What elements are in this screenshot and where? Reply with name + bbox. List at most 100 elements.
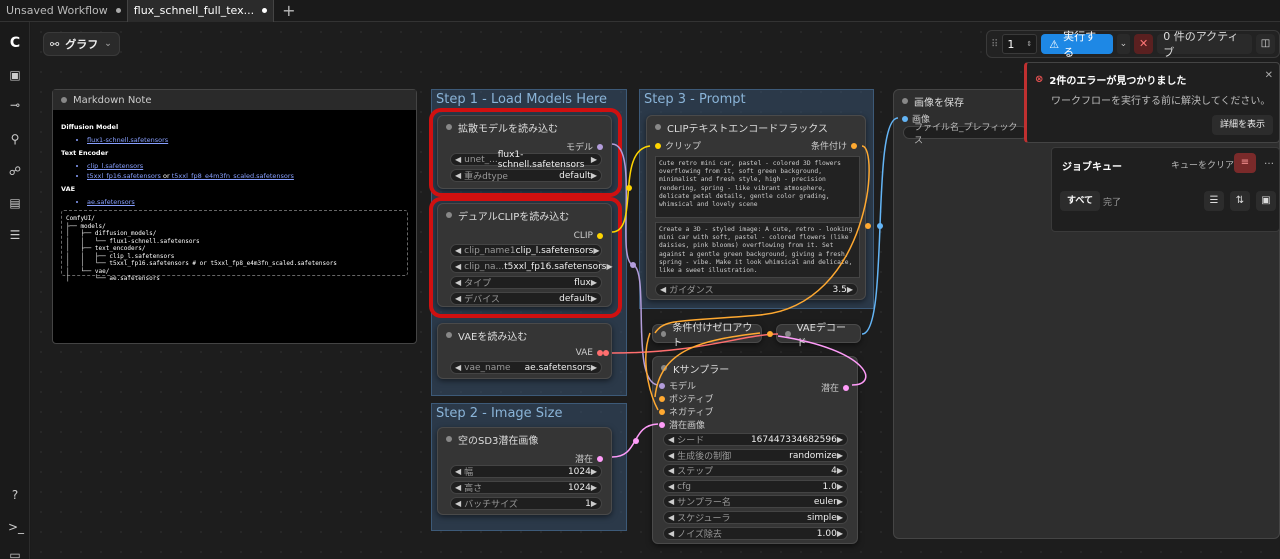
output-conditioning[interactable]: 条件付け [811,139,857,152]
node-library-icon[interactable]: ⚲ [8,132,22,146]
keyboard-icon[interactable]: ▭ [8,548,22,559]
input-pin[interactable] [659,395,665,402]
collapse-dot-icon[interactable] [785,330,791,337]
input-pin[interactable] [659,421,665,428]
clip-l-prompt-textarea[interactable]: Cute retro mini car, pastel - colored 3D… [655,156,860,218]
arrow-right-icon[interactable]: ▶ [837,435,843,444]
workflows-icon[interactable]: ☍ [8,164,22,178]
image-view-icon[interactable]: ▣ [1256,191,1276,211]
node-title-bar[interactable]: Kサンプラー [653,357,857,379]
widget-batch-size[interactable]: ◀ バッチサイズ 1 ▶ [450,497,602,510]
tab-all[interactable]: すべて [1060,191,1101,211]
input-pin[interactable] [659,382,665,389]
close-icon[interactable]: ✕ [1265,70,1273,81]
arrow-right-icon[interactable]: ▶ [837,513,843,522]
node-clip-text-encode-flux[interactable]: CLIPテキストエンコードフラックス クリップ 条件付け Cute retro … [646,115,866,300]
output-pin[interactable] [843,384,849,391]
widget-scheduler[interactable]: ◀ スケジューラ simple ▶ [663,511,848,524]
widget-sampler-name[interactable]: ◀ サンプラー名 euler ▶ [663,495,848,508]
collapse-dot-icon[interactable] [655,124,661,130]
output-latent[interactable]: 潜在 [575,452,603,465]
widget-height[interactable]: ◀ 高さ 1024 ▶ [450,481,602,494]
collapse-dot-icon[interactable] [446,436,452,442]
input-pin[interactable] [655,142,661,149]
group-title[interactable]: Step 2 - Image Size [436,406,563,421]
node-title-bar[interactable]: Markdown Note [53,90,416,110]
tab-completed[interactable]: 完了 [1103,195,1121,208]
arrow-right-icon[interactable]: ▶ [837,466,843,475]
active-jobs-button[interactable]: 0 件のアクティブ [1157,30,1252,59]
widget-control-after-generate[interactable]: ◀ 生成後の制御 randomize ▶ [663,449,848,462]
node-title-bar[interactable]: VAEを読み込む [438,324,611,346]
collapse-dot-icon[interactable] [902,98,908,104]
widget-cfg[interactable]: ◀ cfg 1.0 ▶ [663,480,848,493]
output-pin[interactable] [597,350,603,356]
collapse-dot-icon[interactable] [446,332,452,338]
batch-count-input[interactable]: 1 ⇕ [1002,34,1038,54]
arrow-right-icon[interactable]: ▶ [847,285,853,294]
node-title-bar[interactable]: 空のSD3潜在画像 [438,428,611,450]
group-title[interactable]: Step 1 - Load Models Here [436,92,607,107]
input-positive[interactable]: ポジティブ [655,392,713,405]
graph-menu-button[interactable]: ⚯ グラフ ⌄ [43,32,120,56]
widget-seed[interactable]: ◀ シード 167447334682596 ▶ [663,433,848,446]
toggle-panel-icon[interactable]: ◫ [1255,34,1275,54]
output-latent[interactable]: 潜在 [821,381,849,394]
sort-icon[interactable]: ⇅ [1230,191,1250,211]
image-icon[interactable]: ▣ [8,68,22,82]
link-t5xxl-fp8[interactable]: t5xxl_fp8_e4m3fn_scaled.safetensors [172,172,294,180]
link-t5xxl-fp16[interactable]: t5xxl_fp16.safetensors [87,172,161,180]
arrow-right-icon[interactable]: ▶ [591,499,597,508]
node-title-bar[interactable]: VAEデコード [777,323,860,349]
node-vae-loader[interactable]: VAEを読み込む VAE ◀ vae_name ae.safetensors ▶ [437,323,612,379]
queue-icon[interactable]: ☰ [8,228,22,242]
input-pin[interactable] [659,408,665,415]
node-title-bar[interactable]: CLIPテキストエンコードフラックス [647,116,865,138]
widget-vae-name[interactable]: ◀ vae_name ae.safetensors ▶ [450,361,602,374]
help-icon[interactable]: ? [8,488,22,502]
output-pin[interactable] [851,142,857,149]
node-empty-sd3-latent[interactable]: 空のSD3潜在画像 潜在 ◀ 幅 1024 ▶ ◀ 高さ 1024 ▶ ◀ バッチサイズ 1 ▶ [437,427,612,515]
link-flux1-schnell[interactable]: flux1-schnell.safetensors [87,136,408,144]
markdown-note-node[interactable]: Markdown Note Diffusion Model flux1-schn… [52,89,417,344]
input-latent-image[interactable]: 潜在画像 [655,418,713,431]
t5xxl-prompt-textarea[interactable]: Create a 3D - styled image: A cute, retr… [655,222,860,278]
widget-steps[interactable]: ◀ ステップ 4 ▶ [663,464,848,477]
arrow-right-icon[interactable]: ▶ [837,451,843,460]
run-button[interactable]: ⚠ 実行する [1041,30,1113,59]
node-conditioning-zero-out[interactable]: 条件付けゼロアウト [652,323,762,349]
terminal-icon[interactable]: >_ [8,520,24,534]
show-details-button[interactable]: 詳細を表示 [1211,115,1273,135]
cancel-run-button[interactable]: ✕ [1134,34,1154,54]
new-tab-plus-icon[interactable]: + [274,1,303,20]
collapse-dot-icon[interactable] [61,97,67,103]
arrow-right-icon[interactable]: ▶ [837,529,843,538]
group-title[interactable]: Step 3 - Prompt [644,92,746,107]
templates-icon[interactable]: ▤ [8,196,22,210]
widget-denoise[interactable]: ◀ ノイズ除去 1.00 ▶ [663,527,848,540]
arrow-right-icon[interactable]: ▶ [591,363,597,372]
link-clip-l[interactable]: clip_l.safetensors [87,162,408,170]
stepper-icon[interactable]: ⇕ [1026,40,1032,48]
arrow-right-icon[interactable]: ▶ [591,467,597,476]
drag-handle-icon[interactable]: ⠿ [991,39,998,50]
run-mode-dropdown[interactable]: ⌄ [1116,34,1131,54]
input-clip[interactable]: クリップ [651,139,701,152]
input-negative[interactable]: ネガティブ [655,405,713,418]
tab-unsaved-workflow[interactable]: Unsaved Workflow [0,0,127,22]
input-model[interactable]: モデル [655,379,713,392]
node-ksampler[interactable]: Kサンプラー モデル ポジティブ ネガティブ 潜在画像 潜在 ◀ シード 16744… [652,356,858,544]
comfy-logo-icon[interactable]: C [8,36,22,50]
widget-guidance[interactable]: ◀ ガイダンス 3.5 ▶ [655,283,858,296]
output-pin[interactable] [597,455,603,462]
node-title-bar[interactable]: 条件付けゼロアウト [653,323,761,349]
arrow-right-icon[interactable]: ▶ [591,483,597,492]
link-ae[interactable]: ae.safetensors [87,198,408,206]
output-vae[interactable]: VAE [576,348,603,358]
node-vae-decode[interactable]: VAEデコード [776,323,861,349]
widget-filename-prefix[interactable]: ファイル名_プレフィックス [903,123,1028,146]
arrow-right-icon[interactable]: ▶ [837,497,843,506]
widget-width[interactable]: ◀ 幅 1024 ▶ [450,465,602,478]
collapse-dot-icon[interactable] [661,365,667,371]
collapse-dot-icon[interactable] [661,330,667,337]
